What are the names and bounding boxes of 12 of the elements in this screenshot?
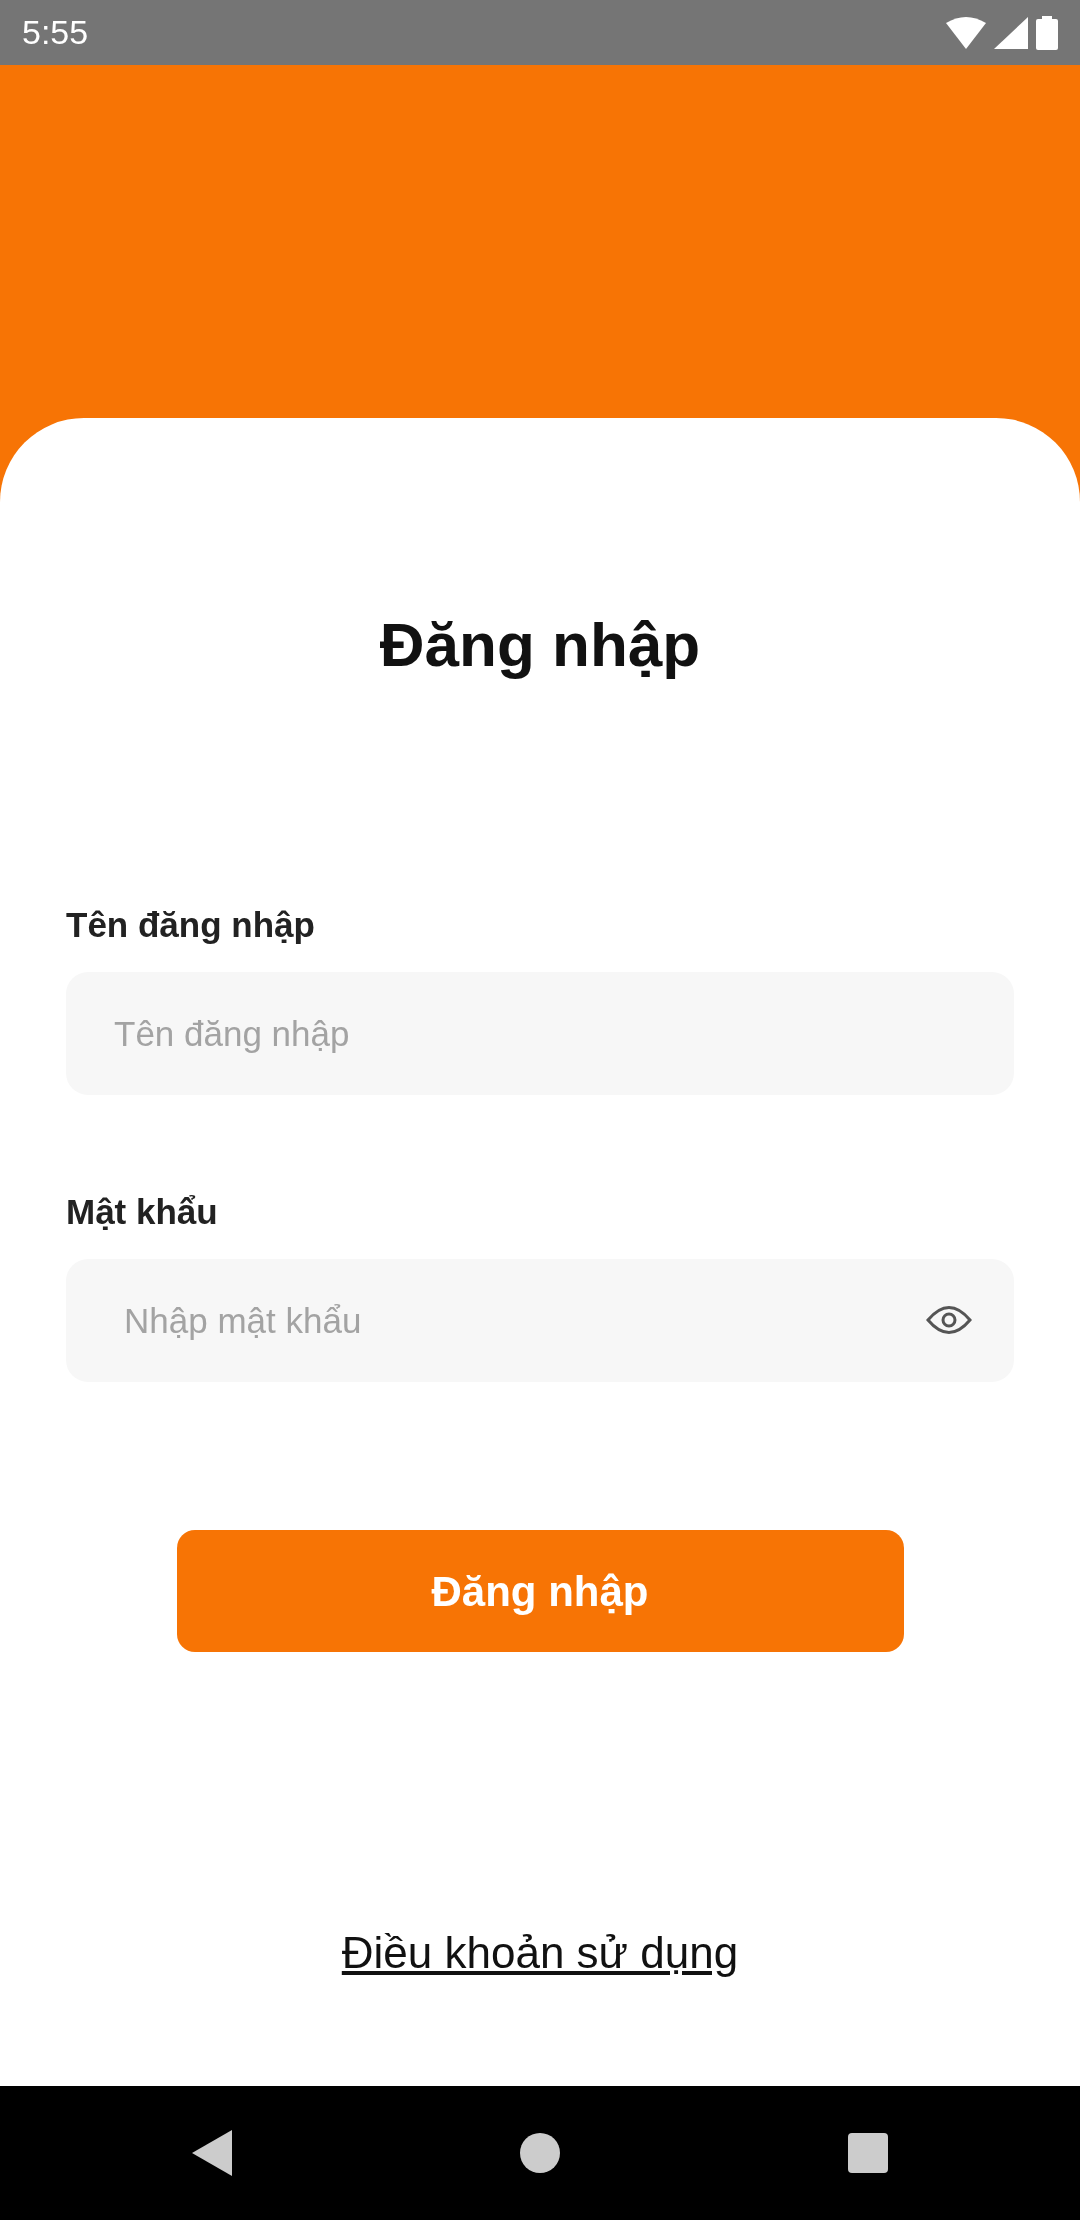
battery-icon — [1036, 15, 1058, 50]
eye-icon[interactable] — [926, 1305, 972, 1335]
wifi-icon — [946, 16, 986, 49]
status-time: 5:55 — [22, 12, 89, 53]
field-label: Tên đăng nhập — [66, 904, 316, 946]
field-label: Mật khẩu — [66, 1191, 219, 1233]
home-icon[interactable] — [520, 2133, 560, 2173]
password-field[interactable]: Nhập mật khẩu — [66, 1259, 1014, 1382]
back-icon[interactable] — [192, 2130, 232, 2176]
input-field[interactable]: Tên đăng nhập — [66, 972, 1014, 1095]
signal-icon — [994, 16, 1028, 49]
terms-link[interactable]: Điều khoản sử dụng — [341, 1920, 739, 1986]
